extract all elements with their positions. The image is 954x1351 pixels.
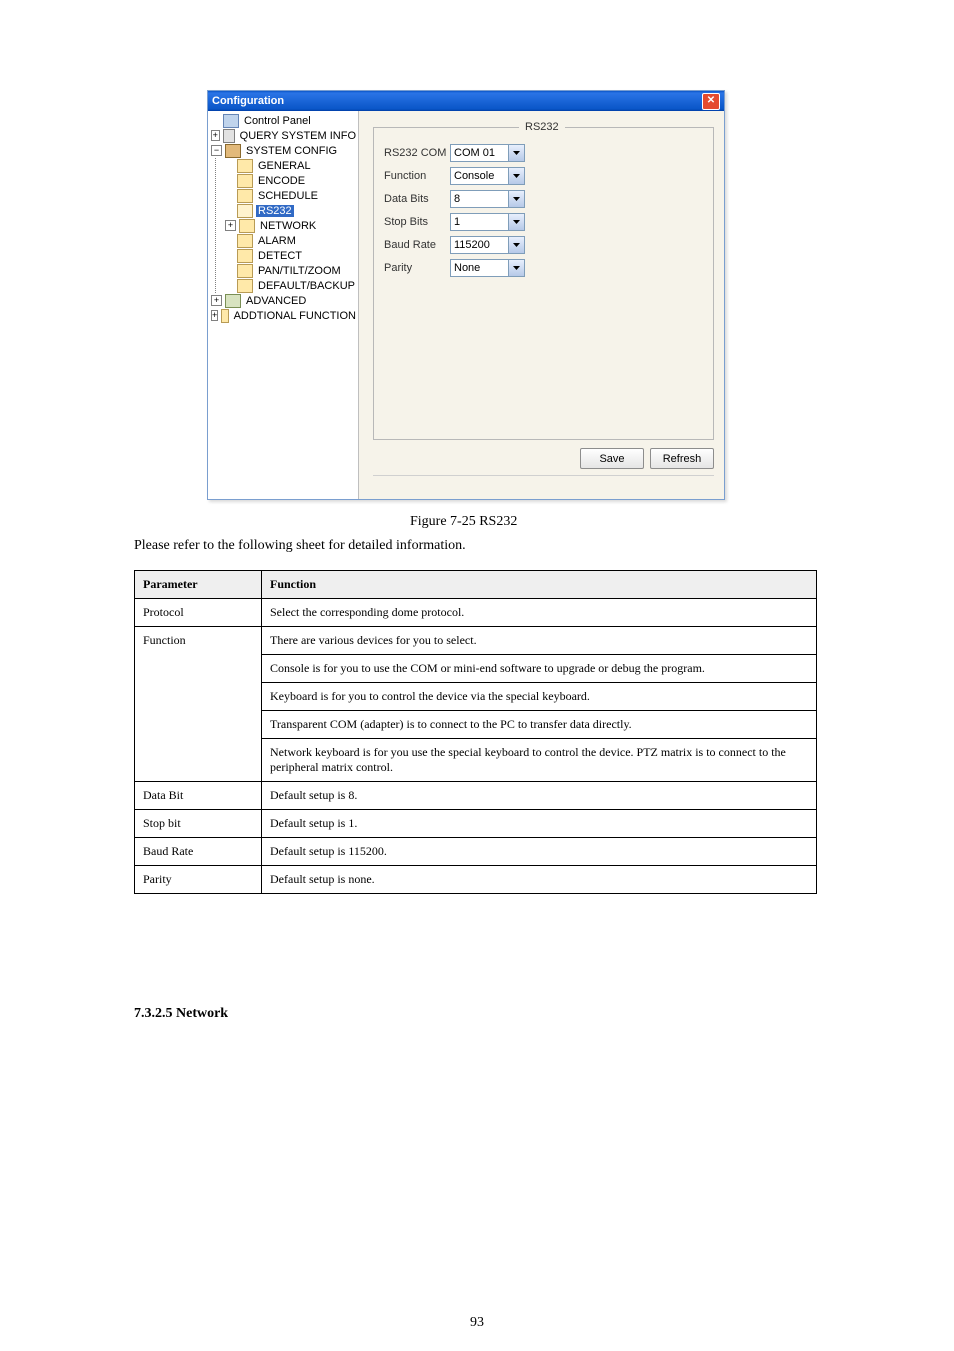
table-row: Baud Rate Default setup is 115200. xyxy=(135,838,817,866)
close-button[interactable]: ✕ xyxy=(702,93,720,110)
expand-toggle[interactable]: + xyxy=(211,295,222,306)
window-title: Configuration xyxy=(212,95,702,107)
chevron-down-icon[interactable] xyxy=(508,168,524,184)
table-header-function: Function xyxy=(262,571,817,599)
tree-item-general[interactable]: GENERAL xyxy=(222,158,358,173)
tree-item-ptz[interactable]: PAN/TILT/ZOOM xyxy=(222,263,358,278)
chevron-down-icon[interactable] xyxy=(508,191,524,207)
label-parity: Parity xyxy=(384,262,450,274)
table-row: Parity Default setup is none. xyxy=(135,866,817,894)
collapse-toggle[interactable]: − xyxy=(211,145,222,156)
fieldset-legend: RS232 xyxy=(519,121,565,133)
control-panel-icon xyxy=(223,114,239,128)
tree-item-detect[interactable]: DETECT xyxy=(222,248,358,263)
figure-caption: Figure 7-25 RS232 xyxy=(410,514,517,530)
select-data-bits[interactable] xyxy=(450,190,525,208)
tree-item-default-backup[interactable]: DEFAULT/BACKUP xyxy=(222,278,358,293)
chevron-down-icon[interactable] xyxy=(508,260,524,276)
select-parity[interactable] xyxy=(450,259,525,277)
config-icon xyxy=(223,129,235,143)
tree-item-encode[interactable]: ENCODE xyxy=(222,173,358,188)
table-row: Stop bit Default setup is 1. xyxy=(135,810,817,838)
folder-icon xyxy=(237,279,253,293)
reference-text: Please refer to the following sheet for … xyxy=(134,538,466,554)
tree-item-system-config[interactable]: − SYSTEM CONFIG xyxy=(208,143,358,158)
titlebar: Configuration ✕ xyxy=(208,91,724,111)
close-icon: ✕ xyxy=(707,96,715,106)
folder-icon xyxy=(237,249,253,263)
tree-panel: Control Panel + QUERY SYSTEM INFO − SYST… xyxy=(208,111,359,499)
select-stop-bits[interactable] xyxy=(450,213,525,231)
select-function[interactable] xyxy=(450,167,525,185)
folder-icon xyxy=(237,234,253,248)
folder-icon xyxy=(239,219,255,233)
tree-item-advanced[interactable]: + ADVANCED xyxy=(208,293,358,308)
folder-icon xyxy=(237,174,253,188)
tree-item-query-system-info[interactable]: + QUERY SYSTEM INFO xyxy=(208,128,358,143)
expand-toggle[interactable]: + xyxy=(225,220,236,231)
gears-icon xyxy=(225,294,241,308)
configuration-window: Configuration ✕ Control Panel + QUERY SY… xyxy=(207,90,725,500)
folder-icon xyxy=(237,159,253,173)
content-panel: RS232 RS232 COM Function xyxy=(359,111,724,499)
label-function: Function xyxy=(384,170,450,182)
folder-icon xyxy=(221,309,228,323)
label-baud-rate: Baud Rate xyxy=(384,239,450,251)
expand-toggle[interactable]: + xyxy=(211,130,220,141)
folder-icon xyxy=(237,189,253,203)
chevron-down-icon[interactable] xyxy=(508,214,524,230)
button-row: Save Refresh xyxy=(373,440,714,469)
folder-icon xyxy=(237,264,253,278)
table-header-parameter: Parameter xyxy=(135,571,262,599)
section-heading: 7.3.2.5 Network xyxy=(134,1006,228,1022)
table-row: Data Bit Default setup is 8. xyxy=(135,782,817,810)
refresh-button[interactable]: Refresh xyxy=(650,448,714,469)
chevron-down-icon[interactable] xyxy=(508,237,524,253)
tools-icon xyxy=(225,144,241,158)
folder-open-icon xyxy=(237,204,253,218)
tree-item-alarm[interactable]: ALARM xyxy=(222,233,358,248)
parameter-table: Parameter Function Protocol Select the c… xyxy=(134,570,817,894)
label-stop-bits: Stop Bits xyxy=(384,216,450,228)
tree-item-schedule[interactable]: SCHEDULE xyxy=(222,188,358,203)
tree-item-additional-function[interactable]: + ADDTIONAL FUNCTION xyxy=(208,308,358,323)
table-row: Function There are various devices for y… xyxy=(135,627,817,655)
tree-root[interactable]: Control Panel xyxy=(208,113,358,128)
tree-item-network[interactable]: + NETWORK xyxy=(222,218,358,233)
save-button[interactable]: Save xyxy=(580,448,644,469)
tree-item-rs232[interactable]: RS232 xyxy=(222,203,358,218)
table-row: Protocol Select the corresponding dome p… xyxy=(135,599,817,627)
label-data-bits: Data Bits xyxy=(384,193,450,205)
rs232-fieldset: RS232 RS232 COM Function xyxy=(373,127,714,440)
chevron-down-icon[interactable] xyxy=(508,145,524,161)
select-baud-rate[interactable] xyxy=(450,236,525,254)
page-number: 93 xyxy=(0,1315,954,1331)
expand-toggle[interactable]: + xyxy=(211,310,218,321)
select-rs232-com[interactable] xyxy=(450,144,525,162)
label-rs232-com: RS232 COM xyxy=(384,147,450,159)
